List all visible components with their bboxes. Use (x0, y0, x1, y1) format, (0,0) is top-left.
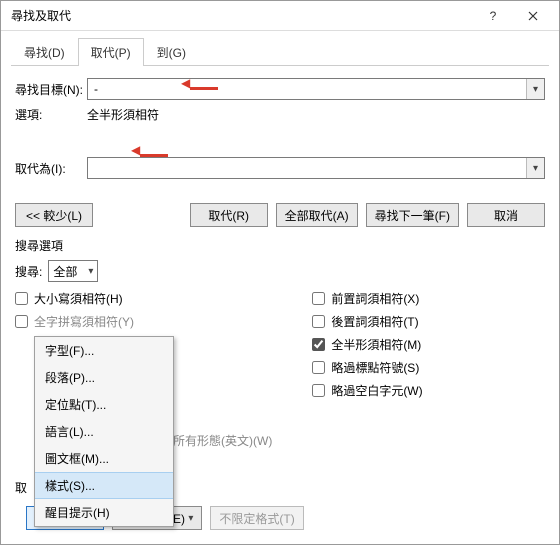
chevron-down-icon: ▾ (88, 266, 93, 277)
search-direction-select[interactable]: 全部 ▾ (48, 260, 98, 282)
checkbox[interactable] (312, 384, 325, 397)
check-prefix[interactable]: 前置詞須相符(X) (312, 290, 545, 307)
replace-with-input[interactable]: ▾ (87, 157, 545, 179)
replace-all-button[interactable]: 全部取代(A) (276, 203, 358, 227)
check-suffix[interactable]: 後置詞須相符(T) (312, 313, 545, 330)
checkbox[interactable] (312, 338, 325, 351)
menu-frame[interactable]: 圖文框(M)... (35, 445, 173, 472)
options-value: 全半形須相符 (87, 106, 159, 123)
replace-with-label: 取代為(I): (15, 160, 87, 177)
search-direction-value: 全部 (53, 263, 77, 280)
checkbox[interactable] (312, 361, 325, 374)
replace-dropdown-button[interactable]: ▾ (526, 158, 544, 178)
checkbox[interactable] (312, 315, 325, 328)
close-icon (528, 11, 538, 21)
replace-button[interactable]: 取代(R) (190, 203, 268, 227)
search-direction-label: 搜尋: (15, 263, 42, 280)
help-button[interactable]: ? (473, 3, 513, 29)
no-format-button: 不限定格式(T) (210, 506, 303, 530)
find-what-label: 尋找目標(N): (15, 81, 87, 98)
menu-language[interactable]: 語言(L)... (35, 418, 173, 445)
chevron-down-icon: ▾ (533, 84, 538, 95)
tab-goto[interactable]: 到(G) (144, 38, 199, 66)
find-what-value: - (94, 82, 98, 96)
format-menu: 字型(F)... 段落(P)... 定位點(T)... 語言(L)... 圖文框… (34, 336, 174, 527)
close-button[interactable] (513, 3, 553, 29)
checkbox[interactable] (15, 292, 28, 305)
cancel-button[interactable]: 取消 (467, 203, 545, 227)
dialog-title: 尋找及取代 (11, 7, 473, 24)
chevron-down-icon: ▾ (188, 513, 193, 524)
check-match-word[interactable]: 全字拼寫須相符(Y) (15, 313, 272, 330)
check-fullhalf[interactable]: 全半形須相符(M) (312, 336, 545, 353)
options-label: 選項: (15, 106, 87, 123)
check-match-case[interactable]: 大小寫須相符(H) (15, 290, 272, 307)
menu-paragraph[interactable]: 段落(P)... (35, 364, 173, 391)
bottom-label: 取 (15, 479, 27, 496)
menu-font[interactable]: 字型(F)... (35, 337, 173, 364)
check-whitespace[interactable]: 略過空白字元(W) (312, 382, 545, 399)
tab-find[interactable]: 尋找(D) (11, 38, 78, 66)
tab-strip: 尋找(D) 取代(P) 到(G) (11, 37, 549, 66)
menu-style[interactable]: 樣式(S)... (35, 472, 173, 499)
checkbox[interactable] (15, 315, 28, 328)
chevron-down-icon: ▾ (533, 163, 538, 174)
menu-tabs[interactable]: 定位點(T)... (35, 391, 173, 418)
less-button[interactable]: << 較少(L) (15, 203, 93, 227)
find-dropdown-button[interactable]: ▾ (526, 79, 544, 99)
search-options-title: 搜尋選項 (15, 237, 545, 254)
tab-replace[interactable]: 取代(P) (78, 38, 144, 66)
check-punct[interactable]: 略過標點符號(S) (312, 359, 545, 376)
find-what-input[interactable]: - ▾ (87, 78, 545, 100)
checkbox[interactable] (312, 292, 325, 305)
menu-highlight[interactable]: 醒目提示(H) (35, 499, 173, 526)
find-next-button[interactable]: 尋找下一筆(F) (366, 203, 459, 227)
